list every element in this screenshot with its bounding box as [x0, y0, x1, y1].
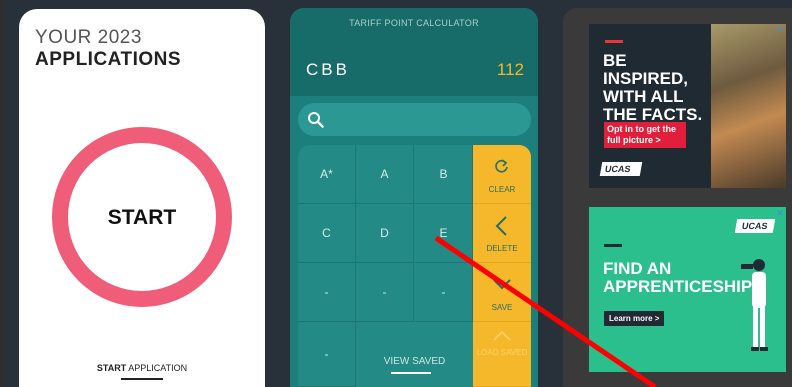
red-annotation-arrow: [434, 235, 657, 387]
